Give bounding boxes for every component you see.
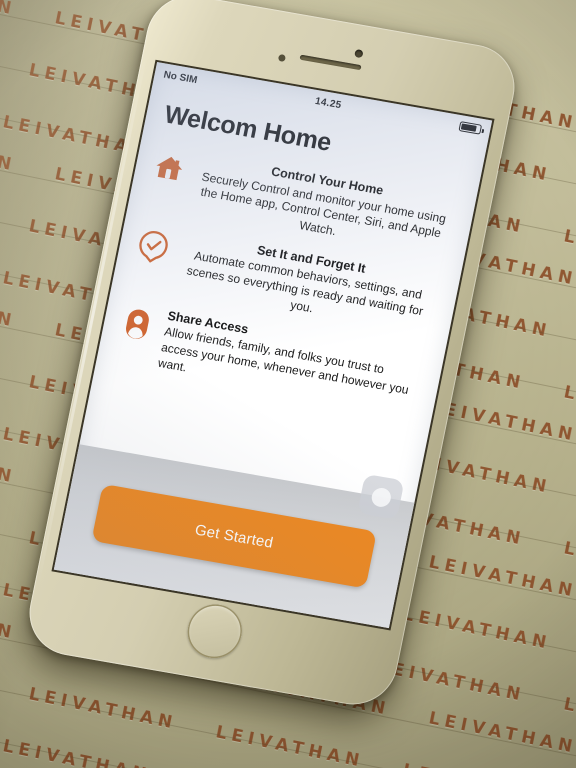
battery-icon: [458, 121, 483, 135]
front-camera-icon: [354, 49, 364, 59]
footer-bar: Get Started: [53, 444, 415, 629]
status-bar-right: [458, 121, 483, 135]
person-icon: [117, 304, 157, 343]
home-button[interactable]: [182, 600, 247, 663]
carrier-label: No SIM: [162, 68, 199, 86]
clock-check-icon: [133, 226, 173, 265]
house-icon: [149, 148, 189, 187]
proximity-sensor-icon: [277, 53, 287, 63]
earpiece-speaker-icon: [299, 54, 362, 71]
get-started-button[interactable]: Get Started: [90, 483, 378, 589]
